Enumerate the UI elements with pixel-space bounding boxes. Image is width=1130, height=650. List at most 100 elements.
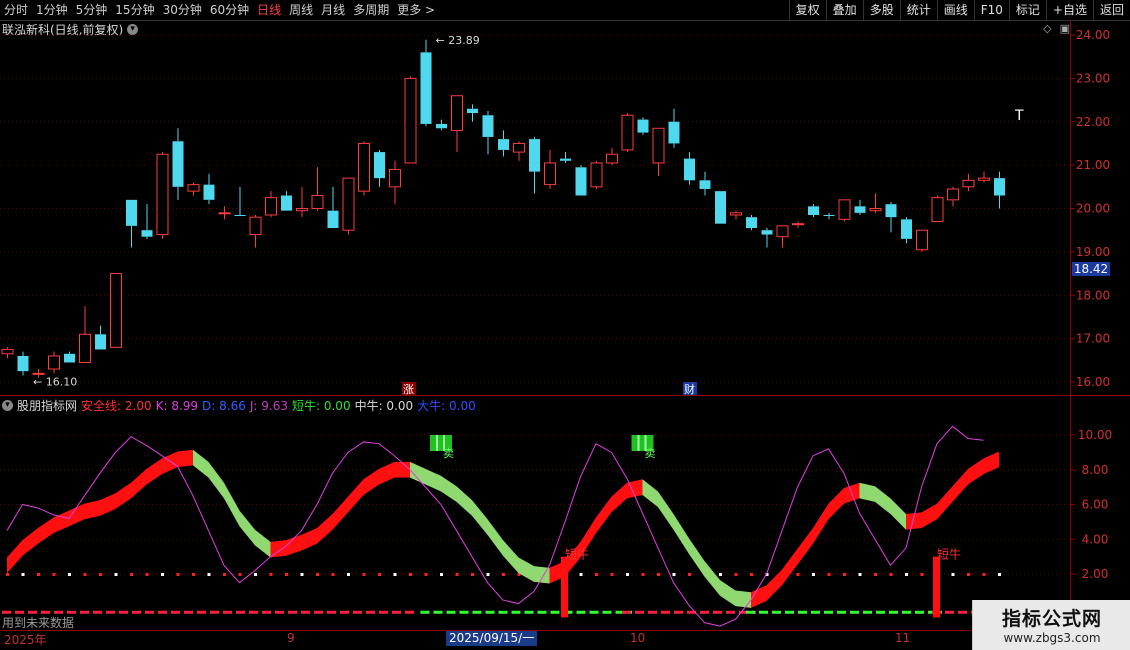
- ribbon-segment: [332, 496, 348, 530]
- candle: [560, 152, 571, 163]
- period-tab-0[interactable]: 分时: [0, 0, 32, 20]
- safety-dot: [99, 573, 102, 576]
- period-tab-1[interactable]: 1分钟: [32, 0, 72, 20]
- candle: [95, 325, 106, 350]
- candle: [529, 136, 540, 194]
- period-tab-10[interactable]: 更多 >: [393, 0, 439, 20]
- watermark: 指标公式网 www.zbgs3.com: [972, 600, 1130, 650]
- toolbar-button-3[interactable]: 统计: [899, 0, 937, 20]
- safety-dot: [331, 573, 335, 576]
- sell-signal-label: 卖: [645, 447, 656, 460]
- candle-body: [901, 219, 912, 239]
- ribbon-segment: [69, 503, 85, 527]
- safety-dot: [285, 573, 288, 576]
- candle-body: [141, 230, 153, 237]
- candle-body: [95, 334, 106, 350]
- candle-body: [1, 348, 14, 355]
- ribbon-segment: [239, 510, 255, 546]
- diamond-icon[interactable]: ◇: [1043, 23, 1051, 35]
- toolbar-button-1[interactable]: 叠加: [825, 0, 863, 20]
- ribbon-segment: [53, 510, 69, 534]
- safety-dot: [6, 573, 9, 576]
- period-tab-3[interactable]: 15分钟: [111, 0, 158, 20]
- ribbon-segment: [363, 468, 379, 495]
- price-tick-label: 22.00: [1076, 115, 1110, 129]
- indicator-name: 股朋指标网: [17, 399, 78, 413]
- candle: [637, 117, 649, 135]
- period-tab-9[interactable]: 多周期: [349, 0, 393, 20]
- candle-body: [172, 141, 184, 187]
- candle-body: [652, 127, 665, 164]
- candle: [869, 193, 882, 213]
- safety-dot: [21, 573, 25, 576]
- ribbon-segment: [735, 590, 751, 608]
- safety-dot: [548, 573, 552, 576]
- safety-dot: [269, 573, 273, 576]
- candle: [978, 171, 990, 183]
- safety-dot: [998, 573, 1001, 576]
- candle: [296, 186, 308, 218]
- toolbar-button-8[interactable]: 返回: [1092, 0, 1130, 20]
- ribbon-segment: [782, 548, 798, 586]
- safety-dot: [719, 573, 722, 576]
- ribbon-segment: [534, 566, 550, 584]
- candle: [730, 210, 742, 220]
- ribbon-segment: [146, 458, 162, 485]
- candle-body: [203, 184, 215, 200]
- ribbon-segment: [689, 538, 705, 577]
- chevron-down-icon[interactable]: ▾: [127, 23, 139, 35]
- chart-canvas: 24.00 23.00 22.00 21.00 20.00 19.00 18.00 17.00…: [0, 20, 1130, 650]
- ribbon-segment: [921, 503, 937, 528]
- period-tab-6[interactable]: 日线: [253, 0, 285, 20]
- period-tab-5[interactable]: 60分钟: [206, 0, 253, 20]
- candle-body: [249, 216, 262, 236]
- safety-dot: [192, 573, 195, 576]
- toolbar-button-4[interactable]: 画线: [936, 0, 974, 20]
- toolbar-button-6[interactable]: 标记: [1008, 0, 1046, 20]
- candle: [203, 173, 215, 205]
- buy-signal-label: 短牛: [565, 547, 589, 562]
- ribbon-segment: [224, 482, 240, 527]
- safety-dot: [238, 573, 242, 576]
- safety-dot: [827, 573, 831, 576]
- candle-body: [560, 158, 571, 161]
- ribbon-segment: [317, 514, 333, 544]
- period-tab-4[interactable]: 30分钟: [159, 0, 206, 20]
- ribbon-segment: [704, 560, 720, 596]
- safety-dot: [579, 573, 583, 576]
- ind-tick-label: 10.00: [1078, 428, 1112, 442]
- period-tab-8[interactable]: 月线: [317, 0, 349, 20]
- date-label-nov: 11: [895, 631, 911, 645]
- period-tabs: 分时 1分钟 5分钟 15分钟 30分钟 60分钟 日线 周线 月线 多周期 更多 >: [0, 0, 439, 20]
- candle: [436, 119, 447, 131]
- candle-body: [451, 95, 463, 131]
- chevron-down-icon[interactable]: ▾: [2, 400, 13, 411]
- safety-dot: [254, 573, 257, 576]
- safety-dot: [176, 573, 180, 576]
- safety-dot: [858, 573, 862, 576]
- candle-body: [978, 177, 990, 181]
- ribbon-segment: [968, 458, 984, 485]
- panel-icon[interactable]: ▣: [1060, 23, 1070, 35]
- toolbar-button-2[interactable]: 多股: [862, 0, 900, 20]
- period-tab-7[interactable]: 周线: [285, 0, 317, 20]
- toolbar-button-7[interactable]: +自选: [1045, 0, 1093, 20]
- toolbar-button-0[interactable]: 复权: [788, 0, 826, 20]
- candle-body: [79, 333, 91, 363]
- ribbon-segment: [580, 517, 596, 558]
- stock-header: 联泓新科(日线,前复权) ▾: [2, 21, 139, 37]
- safety-dot: [626, 573, 629, 576]
- ribbon-segment: [410, 461, 426, 485]
- safety-dot: [843, 573, 846, 576]
- ribbon-segment: [193, 449, 209, 478]
- candle: [126, 199, 137, 248]
- candle: [606, 147, 618, 166]
- period-tab-2[interactable]: 5分钟: [72, 0, 112, 20]
- candle-body: [808, 206, 819, 216]
- toolbar-button-5[interactable]: F10: [973, 0, 1009, 20]
- ribbon-segment: [983, 451, 999, 475]
- candle: [854, 199, 866, 216]
- indicator-header: ▾ 股朋指标网 安全线: 2.00 K: 8.99 D: 8.66 J: 9.63 短牛…: [2, 398, 476, 413]
- safety-dot: [114, 573, 118, 576]
- safety-dot: [502, 573, 505, 576]
